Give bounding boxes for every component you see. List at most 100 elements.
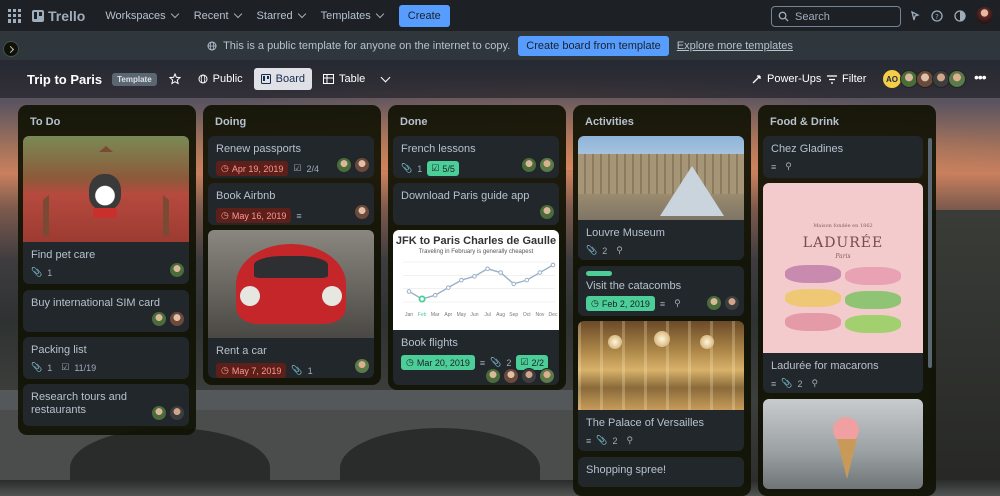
- attachment-icon: 📎: [781, 378, 793, 388]
- card-catacombs[interactable]: Visit the catacombs ◷ Feb 2, 2019 ≡ ⚲: [578, 266, 744, 316]
- member-avatar: [724, 295, 740, 311]
- star-icon[interactable]: [168, 73, 181, 85]
- due-date-badge[interactable]: ◷ Apr 19, 2019: [216, 161, 289, 176]
- card-book-flights[interactable]: JFK to Paris Charles de Gaulle Traveling…: [393, 230, 559, 385]
- card-title: The Palace of Versailles: [586, 417, 705, 429]
- banner-text: This is a public template for anyone on …: [223, 40, 511, 52]
- board-header: Trip to Paris Template Public Board Tabl…: [0, 60, 1000, 98]
- attachment-icon: 📎: [596, 435, 608, 445]
- visibility-button[interactable]: Public: [191, 68, 250, 90]
- notifications-icon[interactable]: [909, 10, 921, 22]
- powerups-button[interactable]: Power-Ups: [744, 68, 828, 90]
- member-avatar: [169, 262, 185, 278]
- account-avatar[interactable]: [976, 7, 993, 24]
- card-french-lessons[interactable]: French lessons 📎 1 ☑ 5/5: [393, 136, 559, 178]
- theme-icon[interactable]: [954, 10, 966, 22]
- due-date-badge[interactable]: ◷ May 7, 2019: [216, 363, 287, 378]
- workspaces-menu[interactable]: Workspaces: [99, 4, 183, 28]
- chevron-down-icon: [233, 9, 242, 19]
- list-title[interactable]: Done: [388, 105, 566, 135]
- chevron-right-icon: [6, 45, 14, 53]
- clock-icon: ◷: [406, 357, 414, 367]
- chart-point: [498, 270, 503, 275]
- card-cover-image: [763, 399, 923, 489]
- member-avatar[interactable]: AO: [883, 70, 901, 88]
- chart-point: [550, 262, 556, 268]
- expand-sidebar-button[interactable]: [3, 41, 19, 57]
- card-shopping-spree[interactable]: Shopping spree!: [578, 457, 744, 487]
- create-board-from-template-button[interactable]: Create board from template: [518, 36, 669, 56]
- table-view-tab[interactable]: Table: [316, 68, 372, 90]
- table-view-icon: [323, 74, 334, 84]
- chart-point: [511, 281, 517, 287]
- checklist-icon: ☑: [431, 163, 440, 173]
- chevron-down-icon: [375, 9, 385, 19]
- clock-icon: ◷: [591, 298, 599, 308]
- templates-menu[interactable]: Templates: [315, 4, 389, 28]
- card-title: Book flights: [401, 337, 458, 349]
- laduree-founded-text: Maison fondée en 1862: [813, 223, 873, 229]
- member-avatar: [706, 295, 722, 311]
- card-book-airbnb[interactable]: Book Airbnb ◷ May 16, 2019 ≡: [208, 183, 374, 225]
- clock-icon: ◷: [221, 365, 229, 375]
- trello-logo[interactable]: Trello: [32, 8, 85, 24]
- board-title[interactable]: Trip to Paris: [27, 72, 102, 87]
- list-title[interactable]: Doing: [203, 105, 381, 135]
- chart-subtitle: Traveling in February is generally cheap…: [418, 249, 534, 255]
- card-versailles[interactable]: The Palace of Versailles ≡ 📎 2 ⚲: [578, 321, 744, 451]
- chart-point: [537, 270, 543, 275]
- card-download-guide[interactable]: Download Paris guide app: [393, 183, 559, 225]
- checklist-icon: ☑: [520, 357, 529, 367]
- card-cover-image: [578, 136, 744, 220]
- list-scrollbar[interactable]: [928, 138, 932, 368]
- card-title: Buy international SIM card: [31, 297, 161, 309]
- search-icon: [778, 11, 789, 22]
- trello-icon: [32, 9, 44, 22]
- filter-button[interactable]: Filter: [820, 68, 873, 90]
- app-switcher-icon[interactable]: [8, 8, 22, 23]
- card-research-tours[interactable]: Research tours and restaurants: [23, 384, 189, 426]
- help-icon[interactable]: ?: [931, 10, 943, 22]
- svg-text:?: ?: [935, 13, 939, 21]
- list-activities: Activities Louvre Museum 📎 2 ⚲ Visit the …: [573, 105, 751, 496]
- list-title[interactable]: To Do: [18, 105, 196, 135]
- attachment-icon: 📎: [490, 357, 502, 367]
- card-buy-sim[interactable]: Buy international SIM card: [23, 290, 189, 332]
- attachment-count: 1: [47, 267, 53, 278]
- list-title[interactable]: Food & Drink: [758, 105, 936, 135]
- board-view-tab[interactable]: Board: [253, 68, 312, 90]
- member-avatar: [151, 311, 167, 327]
- due-date-badge[interactable]: ◷ Feb 2, 2019: [586, 296, 655, 311]
- card-title: Chez Gladines: [771, 143, 844, 155]
- more-menu-icon[interactable]: •••: [974, 70, 987, 84]
- starred-menu[interactable]: Starred: [251, 4, 311, 28]
- chart-point: [418, 295, 426, 303]
- explore-templates-link[interactable]: Explore more templates: [677, 40, 793, 52]
- member-avatar: [539, 368, 555, 384]
- template-banner: This is a public template for anyone on …: [0, 32, 1000, 60]
- chart-point: [524, 277, 530, 283]
- member-avatar: [354, 157, 370, 173]
- list-title[interactable]: Activities: [573, 105, 751, 135]
- checklist-icon: ☑: [61, 362, 70, 372]
- card-cover-image: [23, 136, 189, 242]
- create-button[interactable]: Create: [398, 4, 450, 27]
- member-avatar[interactable]: [948, 70, 966, 88]
- chart-x-tick-label: Sep: [509, 312, 518, 318]
- card-renew-passports[interactable]: Renew passports ◷ Apr 19, 2019 ☑ 2/4: [208, 136, 374, 178]
- card-cover-image: [208, 230, 374, 338]
- card-louvre[interactable]: Louvre Museum 📎 2 ⚲: [578, 136, 744, 260]
- card-find-pet-care[interactable]: Find pet care 📎 1: [23, 136, 189, 284]
- chart-point: [485, 266, 490, 272]
- recent-menu[interactable]: Recent: [188, 4, 247, 28]
- card-gelato[interactable]: [763, 399, 923, 489]
- card-laduree[interactable]: Maison fondée en 1862 LADURÉE Paris Ladu…: [763, 183, 923, 393]
- due-date-badge[interactable]: ◷ Mar 20, 2019: [401, 355, 475, 370]
- top-nav: Trello Workspaces Recent Starred Templat…: [0, 0, 1000, 32]
- card-packing-list[interactable]: Packing list 📎 1 ☑ 11/19: [23, 337, 189, 379]
- card-rent-a-car[interactable]: Rent a car ◷ May 7, 2019 📎 1: [208, 230, 374, 378]
- search-input[interactable]: Search: [771, 6, 901, 27]
- views-dropdown-chevron-icon[interactable]: [380, 72, 391, 83]
- due-date-badge[interactable]: ◷ May 16, 2019: [216, 208, 292, 223]
- card-chez-gladines[interactable]: Chez Gladines ≡ ⚲: [763, 136, 923, 178]
